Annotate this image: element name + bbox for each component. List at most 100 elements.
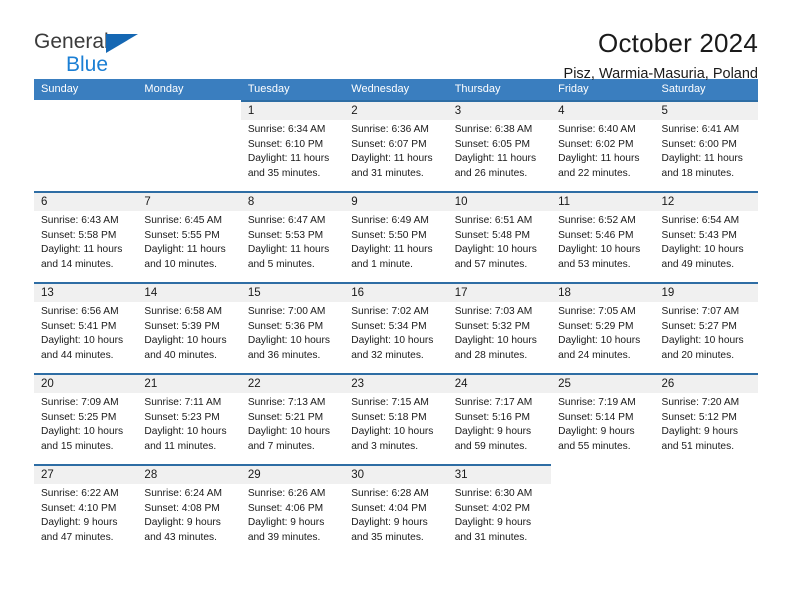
- sunrise-text: Sunrise: 6:51 AM: [454, 215, 533, 226]
- calendar-day-cell[interactable]: 5 Sunrise: 6:41 AM Sunset: 6:00 PM Daylight…: [654, 100, 758, 191]
- day-number-band: 4: [551, 100, 655, 120]
- daylight-text: Daylight: 11 hours and 22 minutes.: [558, 153, 640, 179]
- calendar-day-cell[interactable]: 12 Sunrise: 6:54 AM Sunset: 5:43 PM Dayligh…: [654, 191, 758, 282]
- day-number-band: 20: [34, 373, 138, 393]
- sunrise-text: Sunrise: 6:38 AM: [454, 124, 533, 135]
- day-number: 26: [661, 378, 675, 390]
- calendar-day-cell[interactable]: 19 Sunrise: 7:07 AM Sunset: 5:27 PM Dayligh…: [654, 282, 758, 373]
- calendar-day-cell-empty: [34, 100, 138, 191]
- calendar-day-cell[interactable]: 27 Sunrise: 6:22 AM Sunset: 4:10 PM Dayligh…: [34, 464, 138, 555]
- calendar-day-cell[interactable]: 23 Sunrise: 7:15 AM Sunset: 5:18 PM Dayligh…: [344, 373, 448, 464]
- calendar-page: General Blue October 2024 Pisz, Warmia-M…: [0, 0, 792, 612]
- calendar-day-cell[interactable]: 30 Sunrise: 6:28 AM Sunset: 4:04 PM Dayligh…: [344, 464, 448, 555]
- sunset-text: Sunset: 4:02 PM: [454, 502, 531, 514]
- day-number: 11: [558, 196, 571, 208]
- sunset-text: Sunset: 5:48 PM: [454, 229, 531, 241]
- day-sun-info: Sunrise: 6:41 AM Sunset: 6:00 PM Daylight:…: [655, 120, 758, 181]
- day-number: 23: [351, 378, 365, 390]
- daylight-text: Daylight: 11 hours and 31 minutes.: [351, 153, 433, 179]
- day-number: 25: [558, 378, 571, 390]
- day-number: 28: [144, 469, 158, 481]
- daylight-text: Daylight: 11 hours and 1 minute.: [351, 244, 433, 270]
- calendar-day-cell[interactable]: 31 Sunrise: 6:30 AM Sunset: 4:02 PM Dayligh…: [447, 464, 552, 555]
- day-number-band: 7: [137, 191, 241, 211]
- calendar-day-cell-empty: [137, 100, 241, 191]
- day-number-band: 3: [447, 100, 552, 120]
- calendar-day-cell[interactable]: 22 Sunrise: 7:13 AM Sunset: 5:21 PM Dayligh…: [240, 373, 345, 464]
- day-number-band: 24: [447, 373, 552, 393]
- sunrise-text: Sunrise: 6:56 AM: [41, 306, 119, 317]
- sunrise-text: Sunrise: 6:30 AM: [454, 488, 533, 499]
- calendar-day-cell[interactable]: 20 Sunrise: 7:09 AM Sunset: 5:25 PM Dayligh…: [34, 373, 138, 464]
- daylight-text: Daylight: 10 hours and 28 minutes.: [454, 335, 537, 361]
- sunrise-text: Sunrise: 6:58 AM: [144, 306, 223, 317]
- sunset-text: Sunset: 5:50 PM: [351, 229, 427, 241]
- daylight-text: Daylight: 9 hours and 51 minutes.: [661, 426, 738, 452]
- day-number: 31: [454, 469, 468, 481]
- calendar-day-cell[interactable]: 16 Sunrise: 7:02 AM Sunset: 5:34 PM Dayligh…: [344, 282, 448, 373]
- sunset-text: Sunset: 4:10 PM: [41, 502, 117, 514]
- calendar-day-cell[interactable]: 29 Sunrise: 6:26 AM Sunset: 4:06 PM Dayligh…: [240, 464, 345, 555]
- day-sun-info: Sunrise: 6:47 AM Sunset: 5:53 PM Daylight:…: [241, 211, 344, 272]
- day-number-band: 9: [344, 191, 448, 211]
- calendar-day-cell[interactable]: 24 Sunrise: 7:17 AM Sunset: 5:16 PM Dayligh…: [447, 373, 552, 464]
- day-sun-info: Sunrise: 6:43 AM Sunset: 5:58 PM Daylight:…: [34, 211, 137, 272]
- day-number: 8: [247, 196, 255, 208]
- calendar-day-cell[interactable]: 18 Sunrise: 7:05 AM Sunset: 5:29 PM Dayligh…: [551, 282, 655, 373]
- daylight-text: Daylight: 10 hours and 44 minutes.: [41, 335, 124, 361]
- day-number-band: 5: [654, 100, 758, 120]
- calendar-day-cell[interactable]: 21 Sunrise: 7:11 AM Sunset: 5:23 PM Dayligh…: [137, 373, 241, 464]
- sunset-text: Sunset: 5:14 PM: [558, 411, 634, 423]
- calendar-day-cell[interactable]: 25 Sunrise: 7:19 AM Sunset: 5:14 PM Dayligh…: [551, 373, 655, 464]
- title-block: October 2024 Pisz, Warmia-Masuria, Polan…: [564, 28, 758, 84]
- day-number-band: [137, 100, 240, 118]
- logo-triangle-icon: [106, 34, 138, 53]
- calendar-day-cell[interactable]: 28 Sunrise: 6:24 AM Sunset: 4:08 PM Dayligh…: [137, 464, 241, 555]
- sunset-text: Sunset: 6:07 PM: [351, 138, 427, 150]
- sunset-text: Sunset: 6:02 PM: [558, 138, 634, 150]
- calendar-day-cell[interactable]: 17 Sunrise: 7:03 AM Sunset: 5:32 PM Dayligh…: [447, 282, 552, 373]
- calendar-day-cell[interactable]: 26 Sunrise: 7:20 AM Sunset: 5:12 PM Dayligh…: [654, 373, 758, 464]
- weekday-header-friday: Friday: [558, 83, 589, 95]
- calendar-day-cell[interactable]: 9 Sunrise: 6:49 AM Sunset: 5:50 PM Daylight…: [344, 191, 448, 282]
- day-sun-info: Sunrise: 6:52 AM Sunset: 5:46 PM Daylight:…: [551, 211, 654, 272]
- calendar-day-cell[interactable]: 7 Sunrise: 6:45 AM Sunset: 5:55 PM Daylight…: [137, 191, 241, 282]
- sunset-text: Sunset: 5:58 PM: [41, 229, 117, 241]
- calendar-day-cell[interactable]: 3 Sunrise: 6:38 AM Sunset: 6:05 PM Daylight…: [447, 100, 552, 191]
- daylight-text: Daylight: 10 hours and 40 minutes.: [144, 335, 227, 361]
- day-number-band: 25: [551, 373, 655, 393]
- page-title: October 2024: [598, 28, 758, 58]
- day-number: 20: [41, 378, 54, 390]
- sunset-text: Sunset: 5:36 PM: [247, 320, 324, 332]
- calendar-day-cell[interactable]: 10 Sunrise: 6:51 AM Sunset: 5:48 PM Dayligh…: [447, 191, 552, 282]
- day-number-band: 21: [137, 373, 241, 393]
- daylight-text: Daylight: 9 hours and 39 minutes.: [247, 517, 325, 543]
- sunrise-text: Sunrise: 7:13 AM: [247, 397, 326, 408]
- calendar-day-cell[interactable]: 6 Sunrise: 6:43 AM Sunset: 5:58 PM Daylight…: [34, 191, 138, 282]
- day-sun-info: Sunrise: 6:24 AM Sunset: 4:08 PM Daylight:…: [137, 484, 240, 545]
- calendar-day-cell-empty: [551, 464, 655, 555]
- sunset-text: Sunset: 5:55 PM: [144, 229, 220, 241]
- calendar-day-cell[interactable]: 8 Sunrise: 6:47 AM Sunset: 5:53 PM Daylight…: [240, 191, 345, 282]
- sunset-text: Sunset: 6:05 PM: [454, 138, 531, 150]
- calendar-day-cell[interactable]: 2 Sunrise: 6:36 AM Sunset: 6:07 PM Daylight…: [344, 100, 448, 191]
- calendar-day-cell[interactable]: 13 Sunrise: 6:56 AM Sunset: 5:41 PM Dayligh…: [34, 282, 138, 373]
- day-number-band: 29: [240, 464, 345, 484]
- weekday-header-saturday: Saturday: [661, 83, 706, 95]
- calendar-day-cell[interactable]: 1 Sunrise: 6:34 AM Sunset: 6:10 PM Daylight…: [240, 100, 345, 191]
- calendar-day-cell[interactable]: 14 Sunrise: 6:58 AM Sunset: 5:39 PM Dayligh…: [137, 282, 241, 373]
- day-number: 5: [661, 105, 668, 117]
- day-number: 19: [661, 287, 675, 299]
- day-number: 22: [247, 378, 261, 390]
- weekday-header-monday: Monday: [144, 83, 184, 95]
- calendar-day-cell[interactable]: 11 Sunrise: 6:52 AM Sunset: 5:46 PM Dayligh…: [551, 191, 655, 282]
- sunset-text: Sunset: 5:34 PM: [351, 320, 427, 332]
- day-sun-info: Sunrise: 7:09 AM Sunset: 5:25 PM Daylight:…: [34, 393, 137, 454]
- calendar-day-cell[interactable]: 15 Sunrise: 7:00 AM Sunset: 5:36 PM Dayligh…: [240, 282, 345, 373]
- sunrise-text: Sunrise: 6:49 AM: [351, 215, 429, 226]
- sunset-text: Sunset: 4:04 PM: [351, 502, 427, 514]
- calendar-day-cell[interactable]: 4 Sunrise: 6:40 AM Sunset: 6:02 PM Daylight…: [551, 100, 655, 191]
- sunset-text: Sunset: 5:12 PM: [661, 411, 737, 423]
- day-number-band: 27: [34, 464, 138, 484]
- weekday-header-thursday: Thursday: [454, 83, 501, 95]
